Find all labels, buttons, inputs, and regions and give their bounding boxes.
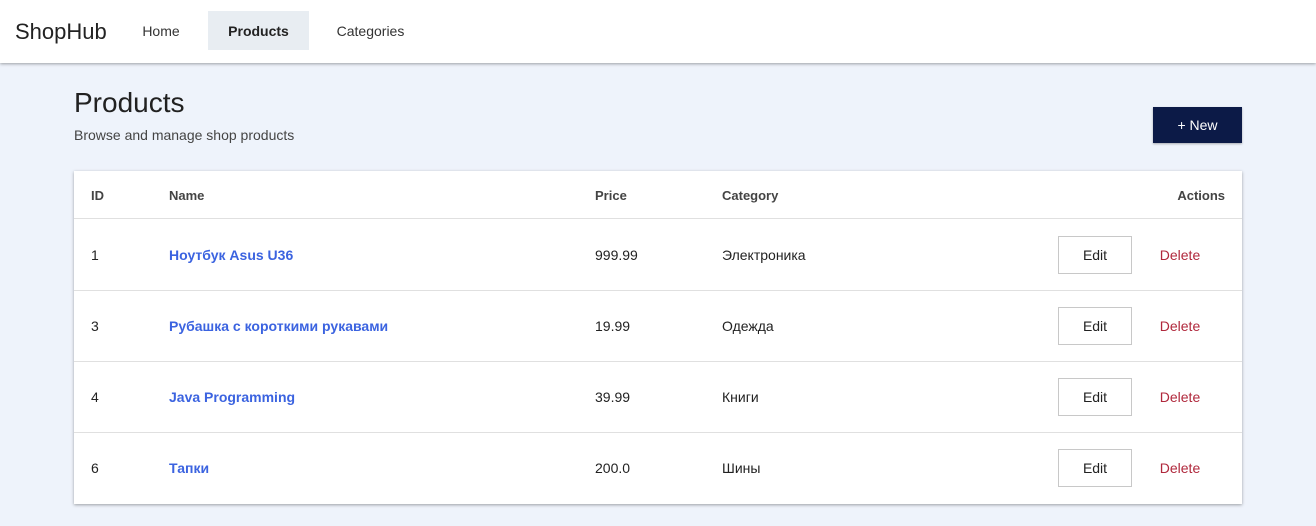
page-title: Products (74, 87, 185, 118)
nav-categories[interactable]: Categories (322, 11, 419, 50)
row-price: 999.99 (595, 247, 638, 263)
product-name-link[interactable]: Ноутбук Asus U36 (169, 247, 293, 263)
header-price: Price (595, 188, 627, 203)
edit-button[interactable]: Edit (1058, 236, 1132, 274)
header-actions: Actions (1177, 188, 1225, 203)
row-price: 39.99 (595, 389, 631, 405)
product-name-link[interactable]: Java Programming (169, 389, 295, 405)
row-id: 3 (91, 318, 99, 334)
table-row: 1 Ноутбук Asus U36 999.99 Электроника Ed… (74, 220, 1242, 291)
edit-button[interactable]: Edit (1058, 307, 1132, 345)
delete-button[interactable]: Delete (1148, 236, 1212, 274)
products-table: ID Name Price Category Actions 1 Ноутбук… (74, 171, 1242, 504)
row-category: Электроника (722, 247, 806, 263)
header-category: Category (722, 188, 779, 203)
product-name-link[interactable]: Тапки (169, 460, 209, 476)
table-row: 6 Тапки 200.0 Шины Edit Delete (74, 433, 1242, 504)
edit-button[interactable]: Edit (1058, 449, 1132, 487)
row-price: 200.0 (595, 460, 631, 476)
table-row: 3 Рубашка с короткими рукавами 19.99 Оде… (74, 291, 1242, 362)
header-id: ID (91, 188, 104, 203)
table-header: ID Name Price Category Actions (74, 171, 1242, 219)
brand-logo[interactable]: ShopHub (15, 19, 107, 45)
row-id: 1 (91, 247, 99, 263)
page-subtitle: Browse and manage shop products (74, 127, 295, 143)
new-product-button[interactable]: + New (1153, 107, 1242, 143)
row-category: Шины (722, 460, 761, 476)
nav-home[interactable]: Home (128, 11, 194, 50)
row-price: 19.99 (595, 318, 631, 334)
top-navbar: ShopHub Home Products Categories (0, 0, 1316, 63)
product-name-link[interactable]: Рубашка с короткими рукавами (169, 318, 388, 334)
edit-button[interactable]: Edit (1058, 378, 1132, 416)
nav-products[interactable]: Products (208, 11, 309, 50)
table-row: 4 Java Programming 39.99 Книги Edit Dele… (74, 362, 1242, 433)
delete-button[interactable]: Delete (1148, 307, 1212, 345)
delete-button[interactable]: Delete (1148, 378, 1212, 416)
row-id: 6 (91, 460, 99, 476)
row-category: Одежда (722, 318, 774, 334)
delete-button[interactable]: Delete (1148, 449, 1212, 487)
header-name: Name (169, 188, 205, 203)
row-id: 4 (91, 389, 99, 405)
row-category: Книги (722, 389, 759, 405)
